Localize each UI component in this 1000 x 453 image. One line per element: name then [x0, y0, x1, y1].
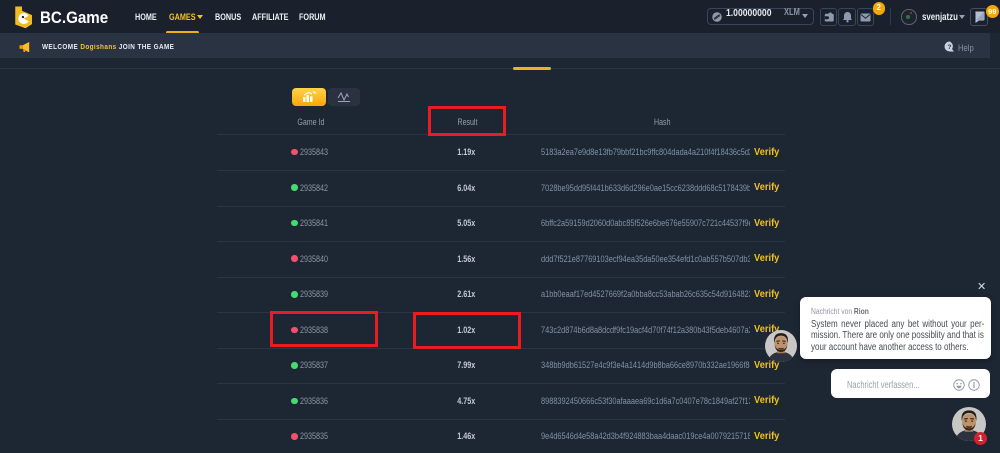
svg-text:?: ? [948, 44, 952, 51]
